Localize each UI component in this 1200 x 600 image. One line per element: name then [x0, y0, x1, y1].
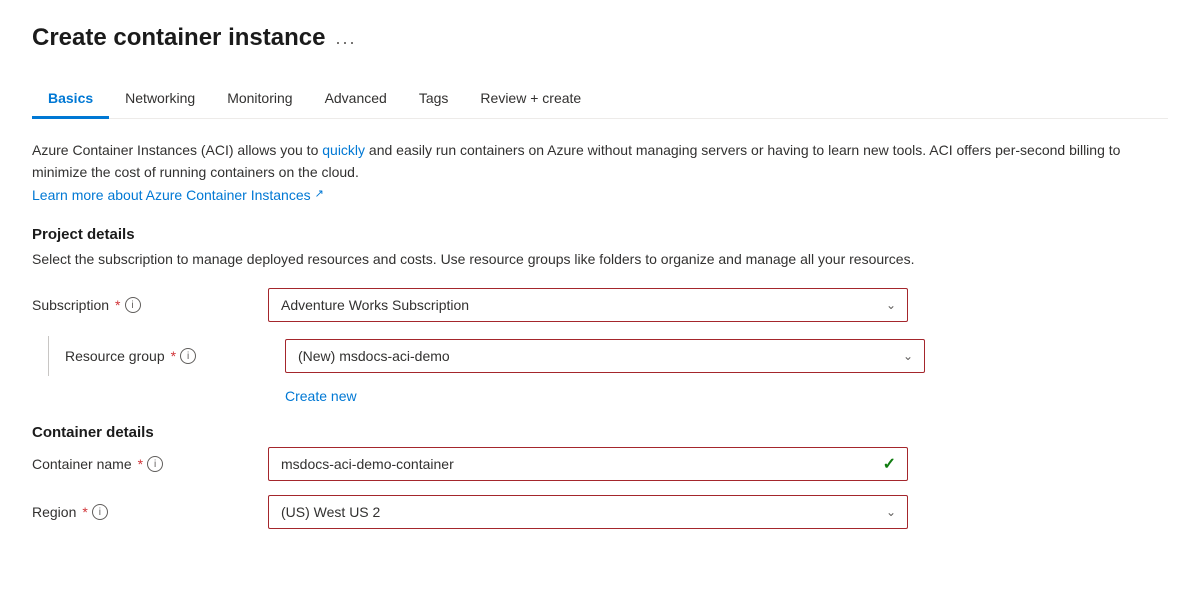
create-new-container: Create new: [285, 384, 1168, 404]
project-details-title: Project details: [32, 226, 1168, 243]
description-block: Azure Container Instances (ACI) allows y…: [32, 139, 1168, 206]
region-select-wrapper: (US) West US 2 ⌄: [268, 495, 908, 529]
project-details-desc: Select the subscription to manage deploy…: [32, 249, 1168, 270]
region-label: Region: [32, 504, 76, 520]
subscription-required: *: [115, 297, 120, 313]
subscription-info-icon[interactable]: i: [125, 297, 141, 313]
tab-basics[interactable]: Basics: [32, 80, 109, 119]
description-text: Azure Container Instances (ACI) allows y…: [32, 139, 1168, 184]
container-name-label-col: Container name * i: [32, 456, 252, 472]
tab-tags[interactable]: Tags: [403, 80, 465, 119]
region-info-icon[interactable]: i: [92, 504, 108, 520]
tab-networking[interactable]: Networking: [109, 80, 211, 119]
resource-group-row: Resource group * i (New) msdocs-aci-demo…: [32, 336, 1168, 376]
container-name-info-icon[interactable]: i: [147, 456, 163, 472]
container-name-row: Container name * i msdocs-aci-demo-conta…: [32, 447, 1168, 481]
subscription-select[interactable]: Adventure Works Subscription: [268, 288, 908, 322]
external-link-icon: ↗: [315, 186, 324, 204]
resource-group-label-col: Resource group * i: [65, 348, 285, 364]
container-name-control: msdocs-aci-demo-container ✓: [268, 447, 908, 481]
subscription-label-col: Subscription * i: [32, 297, 252, 313]
region-label-col: Region * i: [32, 504, 252, 520]
region-control: (US) West US 2 ⌄: [268, 495, 908, 529]
page-header: Create container instance ...: [32, 24, 1168, 52]
ellipsis-menu[interactable]: ...: [335, 28, 356, 49]
page-title: Create container instance: [32, 24, 325, 52]
tab-monitoring[interactable]: Monitoring: [211, 80, 308, 119]
subscription-row: Subscription * i Adventure Works Subscri…: [32, 288, 1168, 322]
container-details-title: Container details: [32, 424, 1168, 441]
tab-bar: Basics Networking Monitoring Advanced Ta…: [32, 80, 1168, 119]
region-row: Region * i (US) West US 2 ⌄: [32, 495, 1168, 529]
region-required: *: [82, 504, 87, 520]
resource-group-control: (New) msdocs-aci-demo ⌄: [285, 339, 925, 373]
create-new-link[interactable]: Create new: [285, 388, 357, 404]
container-name-required: *: [138, 456, 143, 472]
tab-review-create[interactable]: Review + create: [464, 80, 597, 119]
tab-advanced[interactable]: Advanced: [309, 80, 403, 119]
subscription-control: Adventure Works Subscription ⌄: [268, 288, 908, 322]
resource-group-select[interactable]: (New) msdocs-aci-demo: [285, 339, 925, 373]
container-name-input-wrapper: msdocs-aci-demo-container ✓: [268, 447, 908, 481]
container-name-input[interactable]: msdocs-aci-demo-container: [268, 447, 908, 481]
region-select[interactable]: (US) West US 2: [268, 495, 908, 529]
resource-group-info-icon[interactable]: i: [180, 348, 196, 364]
resource-group-label: Resource group: [65, 348, 165, 364]
indent-line: [48, 336, 49, 376]
subscription-label: Subscription: [32, 297, 109, 313]
container-name-label: Container name: [32, 456, 132, 472]
subscription-select-wrapper: Adventure Works Subscription ⌄: [268, 288, 908, 322]
learn-more-link[interactable]: Learn more about Azure Container Instanc…: [32, 184, 324, 206]
resource-group-required: *: [171, 348, 176, 364]
resource-group-select-wrapper: (New) msdocs-aci-demo ⌄: [285, 339, 925, 373]
